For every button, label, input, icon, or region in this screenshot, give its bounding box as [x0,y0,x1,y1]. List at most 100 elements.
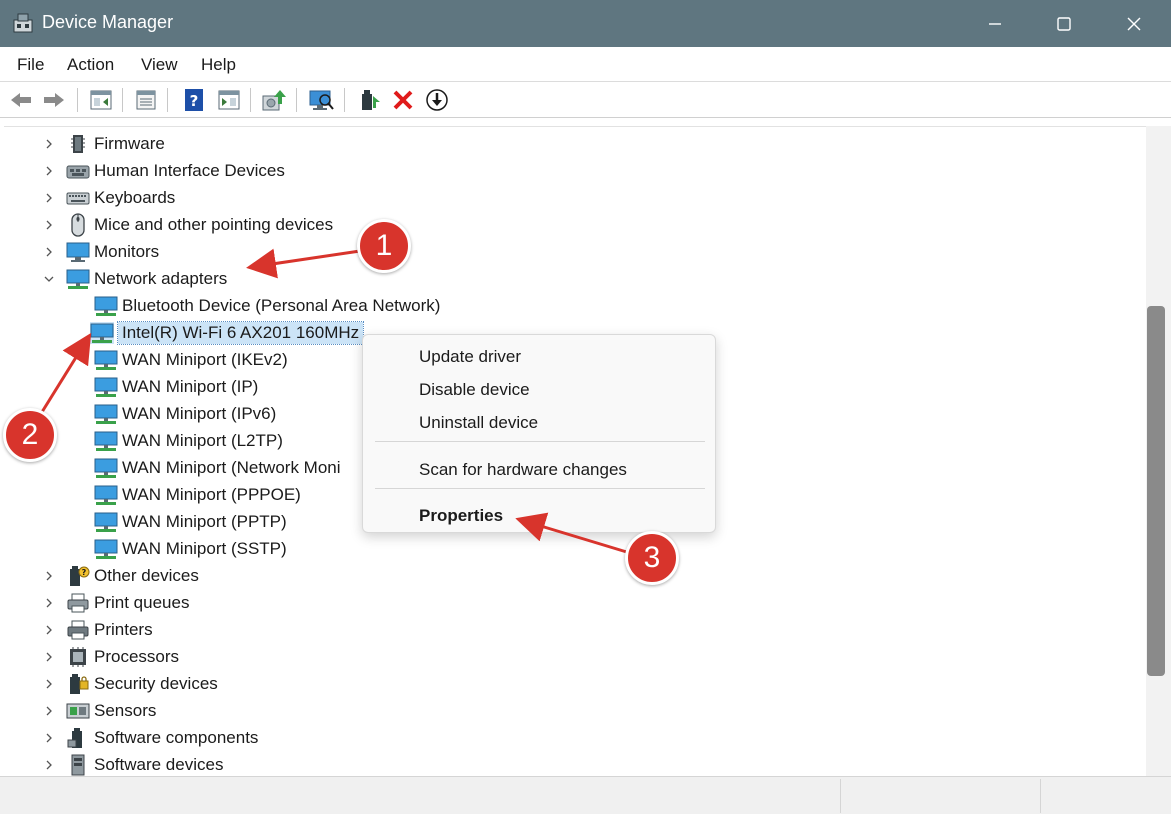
chevron-right-icon[interactable] [42,731,56,745]
tree-category-firmware[interactable]: Firmware [42,130,165,157]
svg-text:?: ? [190,92,199,110]
menu-separator [375,488,705,489]
tree-label: Firmware [94,133,165,153]
enable-device-icon[interactable] [356,86,384,114]
tree-category-other-devices[interactable]: ? Other devices [42,562,199,589]
network-adapter-icon [94,403,118,425]
update-driver-icon[interactable] [260,86,288,114]
annotation-badge-1: 1 [357,219,411,273]
forward-icon[interactable] [40,86,68,114]
monitor-icon [66,241,90,263]
tree-label: WAN Miniport (IPv6) [122,403,277,423]
keyboard-icon [66,187,90,209]
close-icon[interactable] [1104,0,1164,47]
tree-label: Printers [94,619,153,639]
tree-label: Sensors [94,700,157,720]
tree-device-bluetooth-pan[interactable]: Bluetooth Device (Personal Area Network) [94,292,440,319]
network-adapter-icon [90,321,114,344]
svg-text:?: ? [82,568,87,577]
tree-category-printers[interactable]: Printers [42,616,153,643]
processor-icon [66,646,90,668]
network-adapter-icon [94,511,118,533]
network-adapter-icon [94,295,118,317]
tree-category-hid[interactable]: Human Interface Devices [42,157,285,184]
minimize-icon[interactable] [965,0,1025,47]
tree-label: Mice and other pointing devices [94,214,334,234]
tree-label: Monitors [94,241,160,261]
tree-category-security-devices[interactable]: Security devices [42,670,218,697]
menu-update-driver[interactable]: Update driver [419,347,521,367]
tree-category-software-components[interactable]: Software components [42,724,258,751]
tree-device-intel-wifi[interactable]: Intel(R) Wi-Fi 6 AX201 160MHz [90,319,365,346]
tree-category-print-queues[interactable]: Print queues [42,589,189,616]
printer-icon [66,619,90,641]
chevron-right-icon[interactable] [42,677,56,691]
tree-device-wan-pppoe[interactable]: WAN Miniport (PPPOE) [94,481,301,508]
tree-category-monitors[interactable]: Monitors [42,238,159,265]
sensor-icon [66,700,90,722]
network-adapter-icon [94,349,118,371]
tree-label: Keyboards [94,187,176,207]
tree-category-software-devices[interactable]: Software devices [42,751,223,776]
tree-category-processors[interactable]: Processors [42,643,179,670]
annotation-badge-3: 3 [625,531,679,585]
chevron-right-icon[interactable] [42,596,56,610]
tree-label: WAN Miniport (PPTP) [122,511,287,531]
chevron-right-icon[interactable] [42,164,56,178]
tree-label: Processors [94,646,180,666]
menu-uninstall-device[interactable]: Uninstall device [419,413,538,433]
toolbar: ? [0,82,1171,118]
back-icon[interactable] [7,86,35,114]
network-adapter-icon [94,538,118,560]
title-bar: Device Manager [0,0,1171,47]
tree-device-wan-network-monitor[interactable]: WAN Miniport (Network Moni [94,454,341,481]
tree-device-wan-pptp[interactable]: WAN Miniport (PPTP) [94,508,287,535]
properties-icon[interactable] [132,86,160,114]
tree-label: Network adapters [94,268,228,288]
tree-label: Human Interface Devices [94,160,285,180]
tree-device-wan-ip[interactable]: WAN Miniport (IP) [94,373,258,400]
uninstall-device-icon[interactable] [389,86,417,114]
chevron-right-icon[interactable] [42,191,56,205]
tree-label: WAN Miniport (PPPOE) [122,484,301,504]
chevron-down-icon[interactable] [42,272,56,286]
menu-scan-hardware[interactable]: Scan for hardware changes [419,460,627,480]
menu-action[interactable]: Action [67,55,114,75]
maximize-icon[interactable] [1034,0,1094,47]
menu-properties[interactable]: Properties [419,506,503,526]
tree-device-wan-l2tp[interactable]: WAN Miniport (L2TP) [94,427,283,454]
tree-category-sensors[interactable]: Sensors [42,697,156,724]
menu-view[interactable]: View [141,55,178,75]
tree-label: WAN Miniport (SSTP) [122,538,287,558]
menu-separator [375,441,705,442]
software-device-icon [66,754,90,776]
hid-icon [66,160,90,182]
tree-device-wan-sstp[interactable]: WAN Miniport (SSTP) [94,535,287,562]
chevron-right-icon[interactable] [42,245,56,259]
scrollbar-thumb[interactable] [1147,306,1165,676]
tree-category-keyboards[interactable]: Keyboards [42,184,175,211]
chevron-right-icon[interactable] [42,704,56,718]
other-devices-icon: ? [66,565,90,587]
menu-help[interactable]: Help [201,55,236,75]
tree-category-network-adapters[interactable]: Network adapters [42,265,227,292]
chevron-right-icon[interactable] [42,137,56,151]
scan-hardware-icon[interactable] [307,86,335,114]
menu-disable-device[interactable]: Disable device [419,380,530,400]
chevron-right-icon[interactable] [42,650,56,664]
vertical-scrollbar[interactable] [1146,126,1171,776]
tree-device-wan-ikev2[interactable]: WAN Miniport (IKEv2) [94,346,288,373]
chevron-right-icon[interactable] [42,569,56,583]
action-pane-icon[interactable] [215,86,243,114]
show-hide-tree-icon[interactable] [87,86,115,114]
chevron-right-icon[interactable] [42,623,56,637]
tree-category-mice[interactable]: Mice and other pointing devices [42,211,333,238]
tree-label: Print queues [94,592,190,612]
tree-device-wan-ipv6[interactable]: WAN Miniport (IPv6) [94,400,276,427]
download-driver-icon[interactable] [423,86,451,114]
chevron-right-icon[interactable] [42,218,56,232]
chevron-right-icon[interactable] [42,758,56,772]
menu-file[interactable]: File [17,55,44,75]
context-menu: Update driver Disable device Uninstall d… [362,334,716,533]
help-icon[interactable]: ? [180,86,208,114]
